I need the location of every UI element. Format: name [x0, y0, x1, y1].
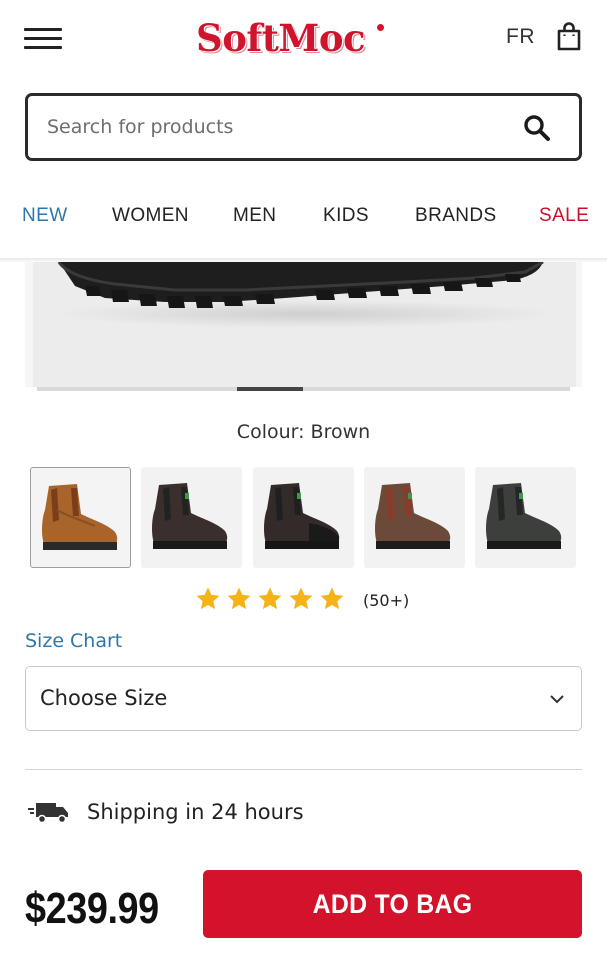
nav-item-sale[interactable]: SALE	[539, 205, 589, 227]
shopping-bag-icon[interactable]	[556, 22, 582, 52]
boot-thumbnail	[152, 483, 228, 549]
logo-text: SoftMoc	[196, 16, 366, 60]
size-select-value: Choose Size	[40, 686, 168, 710]
colour-swatch-brown[interactable]	[30, 467, 131, 568]
boot-thumbnail	[486, 483, 562, 549]
top-bar: SoftMoc FR	[0, 0, 607, 80]
star-icon	[227, 587, 251, 610]
colour-swatch-dark-grey[interactable]	[475, 467, 576, 568]
review-count[interactable]: (50+)	[363, 591, 409, 610]
hamburger-menu-icon[interactable]	[24, 26, 64, 52]
nav-item-women[interactable]: WOMEN	[112, 205, 189, 227]
nav-item-new[interactable]: NEW	[22, 205, 68, 227]
boot-thumbnail	[375, 483, 451, 549]
star-icon	[258, 587, 282, 610]
truck-icon	[28, 803, 68, 824]
colour-swatch-dark-brown[interactable]	[364, 467, 465, 568]
boot-thumbnail	[42, 484, 118, 550]
search-input[interactable]	[47, 111, 507, 143]
language-toggle[interactable]: FR	[506, 25, 535, 49]
star-icon	[289, 587, 313, 610]
colour-label: Colour: Brown	[236, 421, 371, 443]
divider	[25, 769, 582, 770]
size-select[interactable]: Choose Size	[25, 666, 582, 731]
star-icon	[320, 587, 344, 610]
trademark-mark	[377, 24, 384, 31]
nav-item-brands[interactable]: BRANDS	[415, 205, 497, 227]
search-bar	[25, 93, 582, 161]
product-price: $239.99	[25, 884, 159, 933]
search-icon[interactable]	[522, 113, 552, 143]
category-nav: NEW WOMEN MEN KIDS BRANDS SALE	[0, 188, 607, 248]
add-to-bag-button[interactable]: ADD TO BAG	[203, 870, 582, 938]
carousel-active-indicator	[237, 387, 303, 391]
nav-item-men[interactable]: MEN	[233, 205, 276, 227]
chevron-down-icon	[550, 695, 564, 704]
colour-swatch-black-2[interactable]	[253, 467, 354, 568]
boot-thumbnail	[264, 483, 340, 549]
shipping-text: Shipping in 24 hours	[87, 800, 304, 824]
boot-sole-image	[55, 262, 555, 328]
colour-swatch-black-1[interactable]	[141, 467, 242, 568]
nav-item-kids[interactable]: KIDS	[323, 205, 369, 227]
size-chart-link[interactable]: Size Chart	[25, 630, 122, 652]
star-icon	[196, 587, 220, 610]
softmoc-logo[interactable]: SoftMoc	[190, 10, 390, 66]
add-to-bag-label: ADD TO BAG	[312, 889, 473, 919]
image-carousel-indicator[interactable]	[37, 387, 570, 391]
product-image[interactable]	[25, 262, 582, 387]
